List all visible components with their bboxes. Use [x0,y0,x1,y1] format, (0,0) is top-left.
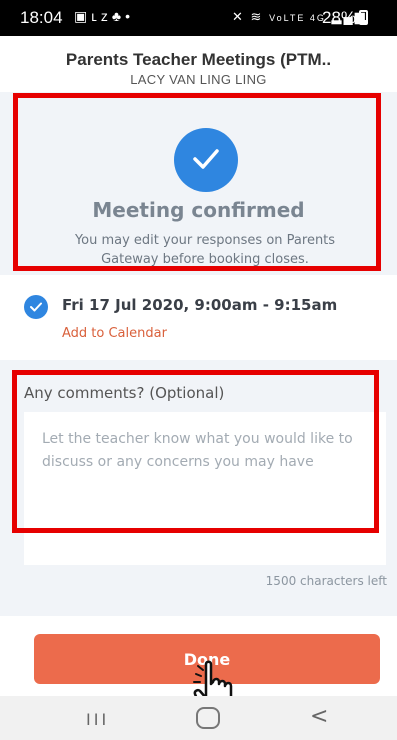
home-button[interactable] [196,707,220,729]
back-button[interactable]: < [310,704,328,729]
confirmation-message: You may edit your responses on Parents G… [74,233,336,267]
page-header: Parents Teacher Meetings (PTM.. LACY VAN… [0,36,397,87]
battery-indicator: 28% [322,8,369,28]
android-nav-bar: III < [0,696,397,740]
lz-icon: ʟᴢ [91,8,112,24]
recent-apps-button[interactable]: III [86,710,109,729]
confirmed-check-icon [174,128,238,192]
mute-icon: ✕ [232,9,245,24]
characters-left-counter: 1500 characters left [265,574,387,588]
battery-icon [359,10,369,25]
student-name: LACY VAN LING LING [130,72,267,87]
notification-icon: ♣• [111,8,134,24]
comments-section: Any comments? (Optional) 1500 characters… [0,360,397,616]
meeting-slot: Fri 17 Jul 2020, 9:00am - 9:15am Add to … [0,278,397,358]
status-bar: 18:04 ▣ʟᴢ♣• ✕ ≋ VoLTE 4G ▂▄▆ 28% [0,0,397,36]
slot-check-icon [24,295,48,319]
gallery-icon: ▣ [74,8,92,24]
meeting-datetime: Fri 17 Jul 2020, 9:00am - 9:15am [62,296,338,314]
wifi-icon: ≋ [250,9,264,24]
status-time: 18:04 [20,8,63,27]
confirmation-title: Meeting confirmed [92,198,305,222]
battery-percent: 28% [322,8,357,27]
page-title: Parents Teacher Meetings (PTM.. [65,50,332,69]
status-left-icons: ▣ʟᴢ♣• [74,8,134,25]
confirmation-panel: Meeting confirmed You may edit your resp… [0,92,397,275]
add-to-calendar-link[interactable]: Add to Calendar [62,326,167,341]
network-label: VoLTE 4G [269,13,326,23]
comments-input[interactable] [24,412,386,565]
comments-label: Any comments? (Optional) [24,384,225,402]
